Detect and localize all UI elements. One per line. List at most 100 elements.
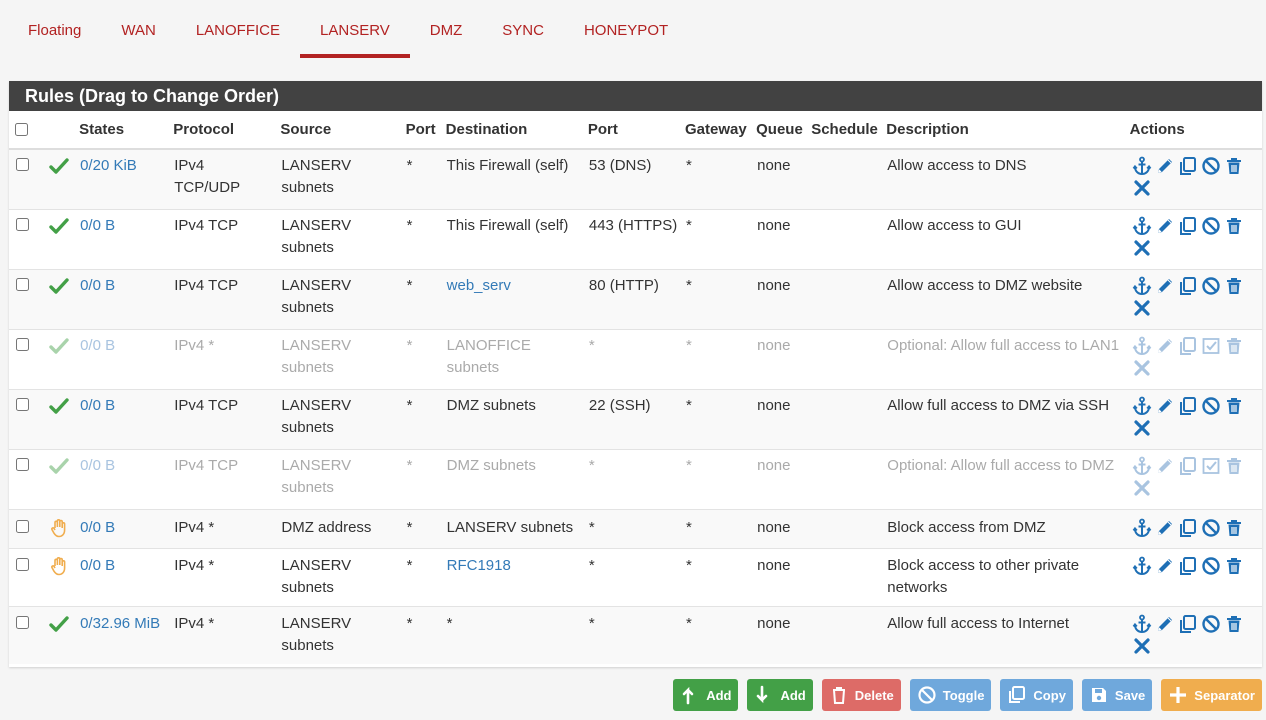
states-link[interactable]: 0/0 B xyxy=(80,217,115,234)
pencil-icon[interactable] xyxy=(1154,215,1177,237)
toggle-button[interactable]: Toggle xyxy=(909,679,992,711)
hand-icon[interactable] xyxy=(49,518,69,537)
pencil-icon[interactable] xyxy=(1154,155,1177,177)
trash-icon[interactable] xyxy=(1223,215,1246,237)
states-link[interactable]: 0/0 B xyxy=(80,457,115,474)
pencil-icon[interactable] xyxy=(1154,555,1177,577)
separator-button[interactable]: Separator xyxy=(1161,679,1262,711)
table-row[interactable]: 0/20 KiB IPv4 TCP/UDP LANSERV subnets * … xyxy=(9,148,1262,209)
trash-icon[interactable] xyxy=(1223,395,1246,417)
destination-alias-link[interactable]: web_serv xyxy=(447,277,511,294)
delete-button[interactable]: Delete xyxy=(821,679,901,711)
anchor-icon[interactable] xyxy=(1131,455,1154,477)
row-checkbox[interactable] xyxy=(16,557,29,571)
ban-icon[interactable] xyxy=(1200,517,1223,539)
table-row[interactable]: 0/0 B IPv4 TCP LANSERV subnets * web_ser… xyxy=(9,268,1262,329)
trash-icon[interactable] xyxy=(1223,555,1246,577)
ban-icon[interactable] xyxy=(1200,155,1223,177)
checkbox-icon[interactable] xyxy=(1200,455,1223,477)
table-row[interactable]: 0/0 B IPv4 TCP LANSERV subnets * DMZ sub… xyxy=(9,448,1262,509)
anchor-icon[interactable] xyxy=(1131,215,1154,237)
tab-lanserv[interactable]: LANSERV xyxy=(300,0,410,58)
row-checkbox[interactable] xyxy=(16,158,29,171)
trash-icon[interactable] xyxy=(1223,155,1246,177)
states-link[interactable]: 0/0 B xyxy=(80,557,115,574)
x-icon[interactable] xyxy=(1131,417,1154,439)
states-link[interactable]: 0/20 KiB xyxy=(80,157,137,174)
tab-dmz[interactable]: DMZ xyxy=(410,0,483,58)
x-icon[interactable] xyxy=(1131,177,1154,199)
table-row[interactable]: 0/0 B IPv4 * LANSERV subnets * RFC1918 *… xyxy=(9,547,1262,606)
row-checkbox[interactable] xyxy=(16,337,29,351)
anchor-icon[interactable] xyxy=(1131,335,1154,357)
check-icon[interactable] xyxy=(49,277,69,294)
check-icon[interactable] xyxy=(49,217,69,234)
tab-wan[interactable]: WAN xyxy=(101,0,175,58)
copy-icon[interactable] xyxy=(1177,335,1200,357)
pencil-icon[interactable] xyxy=(1154,613,1177,635)
pencil-icon[interactable] xyxy=(1154,455,1177,477)
trash-icon[interactable] xyxy=(1223,613,1246,635)
trash-icon[interactable] xyxy=(1223,455,1246,477)
row-checkbox[interactable] xyxy=(16,457,29,471)
check-icon[interactable] xyxy=(49,457,69,474)
ban-icon[interactable] xyxy=(1200,275,1223,297)
table-row[interactable]: 0/0 B IPv4 * LANSERV subnets * LANOFFICE… xyxy=(9,328,1262,389)
ban-icon[interactable] xyxy=(1200,613,1223,635)
row-checkbox[interactable] xyxy=(16,217,29,231)
row-checkbox[interactable] xyxy=(16,277,29,291)
anchor-icon[interactable] xyxy=(1131,517,1154,539)
states-link[interactable]: 0/32.96 MiB xyxy=(80,615,160,632)
x-icon[interactable] xyxy=(1131,297,1154,319)
check-icon[interactable] xyxy=(49,337,69,354)
row-checkbox[interactable] xyxy=(16,615,29,629)
copy-icon[interactable] xyxy=(1177,613,1200,635)
states-link[interactable]: 0/0 B xyxy=(80,277,115,294)
states-link[interactable]: 0/0 B xyxy=(80,397,115,414)
trash-icon[interactable] xyxy=(1223,335,1246,357)
trash-icon[interactable] xyxy=(1223,275,1246,297)
states-link[interactable]: 0/0 B xyxy=(80,519,115,536)
check-icon[interactable] xyxy=(49,397,69,414)
check-icon[interactable] xyxy=(49,157,69,174)
checkbox-icon[interactable] xyxy=(1200,335,1223,357)
table-row[interactable]: 0/0 B IPv4 * DMZ address * LANSERV subne… xyxy=(9,508,1262,548)
destination-alias-link[interactable]: RFC1918 xyxy=(447,557,511,574)
pencil-icon[interactable] xyxy=(1154,275,1177,297)
tab-sync[interactable]: SYNC xyxy=(482,0,564,58)
hand-icon[interactable] xyxy=(49,556,69,575)
copy-icon[interactable] xyxy=(1177,155,1200,177)
copy-icon[interactable] xyxy=(1177,395,1200,417)
copy-button[interactable]: Copy xyxy=(1000,679,1073,711)
check-icon[interactable] xyxy=(49,615,69,632)
add-top-button[interactable]: Add xyxy=(673,679,739,711)
anchor-icon[interactable] xyxy=(1131,155,1154,177)
x-icon[interactable] xyxy=(1131,237,1154,259)
add-bottom-button[interactable]: Add xyxy=(747,679,813,711)
ban-icon[interactable] xyxy=(1200,555,1223,577)
save-button[interactable]: Save xyxy=(1081,679,1153,711)
table-row[interactable]: 0/0 B IPv4 TCP LANSERV subnets * This Fi… xyxy=(9,208,1262,269)
ban-icon[interactable] xyxy=(1200,215,1223,237)
copy-icon[interactable] xyxy=(1177,215,1200,237)
row-checkbox[interactable] xyxy=(16,397,29,411)
pencil-icon[interactable] xyxy=(1154,517,1177,539)
table-row[interactable]: 0/32.96 MiB IPv4 * LANSERV subnets * * *… xyxy=(9,605,1262,664)
anchor-icon[interactable] xyxy=(1131,395,1154,417)
select-all-checkbox[interactable] xyxy=(15,122,28,136)
states-link[interactable]: 0/0 B xyxy=(80,337,115,354)
anchor-icon[interactable] xyxy=(1131,613,1154,635)
tab-floating[interactable]: Floating xyxy=(8,0,101,58)
pencil-icon[interactable] xyxy=(1154,395,1177,417)
tab-lanoffice[interactable]: LANOFFICE xyxy=(176,0,300,58)
anchor-icon[interactable] xyxy=(1131,275,1154,297)
anchor-icon[interactable] xyxy=(1131,555,1154,577)
table-row[interactable]: 0/0 B IPv4 TCP LANSERV subnets * DMZ sub… xyxy=(9,388,1262,449)
copy-icon[interactable] xyxy=(1177,517,1200,539)
x-icon[interactable] xyxy=(1131,357,1154,379)
trash-icon[interactable] xyxy=(1223,517,1246,539)
pencil-icon[interactable] xyxy=(1154,335,1177,357)
copy-icon[interactable] xyxy=(1177,555,1200,577)
ban-icon[interactable] xyxy=(1200,395,1223,417)
row-checkbox[interactable] xyxy=(16,519,29,533)
